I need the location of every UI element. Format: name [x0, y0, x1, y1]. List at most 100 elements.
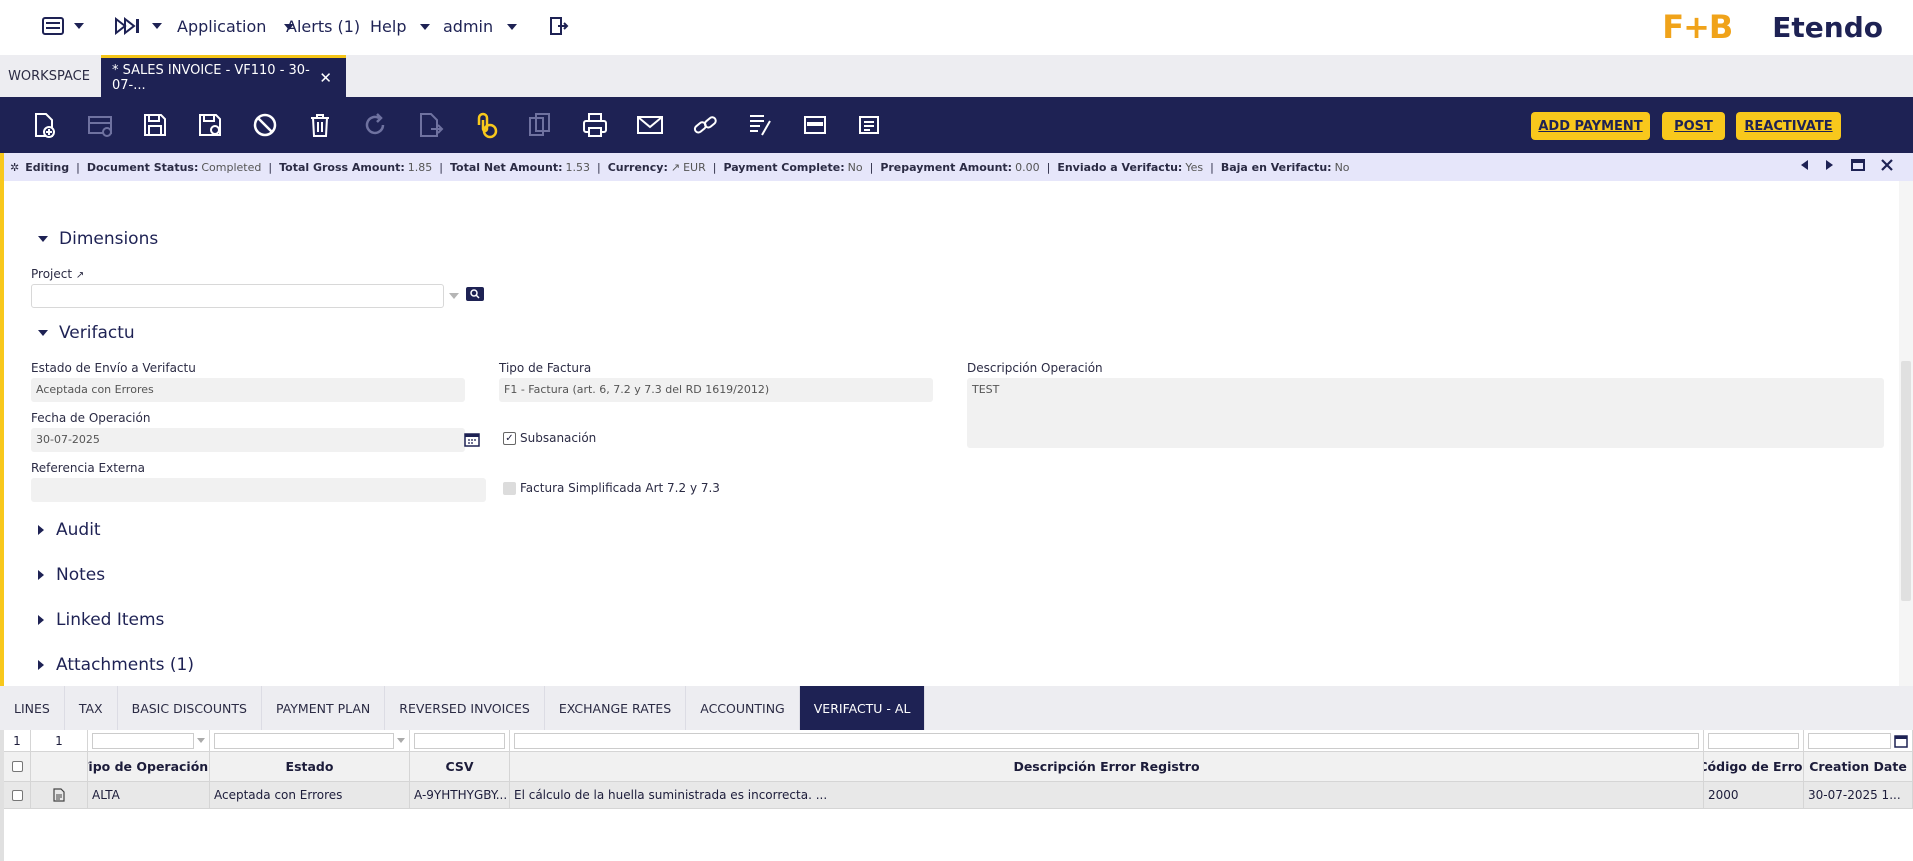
- gross-label: Total Gross Amount:: [279, 160, 405, 174]
- section-notes[interactable]: Notes: [38, 565, 105, 585]
- filter-codigo[interactable]: [1704, 730, 1804, 752]
- simplificada-label: Factura Simplificada Art 7.2 y 7.3: [520, 481, 720, 495]
- previous-record-icon[interactable]: [1799, 159, 1809, 171]
- tab-verifactu-al[interactable]: VERIFACTU - AL: [799, 686, 926, 730]
- project-input[interactable]: [31, 284, 444, 308]
- section-audit[interactable]: Audit: [38, 520, 101, 540]
- doc-status-value: Completed: [201, 160, 262, 174]
- export-icon[interactable]: [416, 111, 444, 139]
- fecha-label: Fecha de Operación: [31, 411, 151, 425]
- cell-creation-date: 30-07-2025 1...: [1804, 782, 1913, 809]
- tab-lines[interactable]: LINES: [0, 686, 65, 730]
- estado-field[interactable]: Aceptada con Errores: [31, 378, 465, 402]
- checkmark-icon: ✓: [503, 431, 516, 445]
- tab-reversed-invoices[interactable]: REVERSED INVOICES: [385, 686, 545, 730]
- process-icon[interactable]: [856, 111, 884, 139]
- payment-value: No: [847, 160, 863, 174]
- col-estado[interactable]: Estado: [210, 752, 410, 782]
- col-creation-date[interactable]: Creation Date: [1804, 752, 1913, 782]
- print-icon[interactable]: [581, 111, 609, 139]
- new-document-icon[interactable]: [30, 111, 58, 139]
- table-row[interactable]: ALTA Aceptada con Errores A-9YHTHYGBY...…: [4, 782, 1913, 809]
- alerts-link[interactable]: Alerts (1): [286, 17, 360, 36]
- form-scrollbar[interactable]: [1899, 181, 1913, 686]
- search-icon[interactable]: [466, 287, 484, 301]
- close-icon[interactable]: ✕: [319, 69, 332, 87]
- tab-exchange-rates[interactable]: EXCHANGE RATES: [545, 686, 687, 730]
- delete-icon[interactable]: [306, 111, 334, 139]
- filter-csv[interactable]: [410, 730, 510, 752]
- save-close-icon[interactable]: [196, 111, 224, 139]
- grid-toggle-icon[interactable]: [801, 111, 829, 139]
- tab-accounting[interactable]: ACCOUNTING: [686, 686, 800, 730]
- refresh-icon[interactable]: [361, 111, 389, 139]
- filter-creation-date[interactable]: [1804, 730, 1913, 752]
- application-menu[interactable]: Application: [177, 17, 295, 36]
- currency-link-icon: ↗: [670, 160, 681, 174]
- filter-descripcion[interactable]: [510, 730, 1704, 752]
- form-area: Dimensions Project ↗ Verifactu Estado de…: [0, 181, 1896, 686]
- section-verifactu[interactable]: Verifactu: [38, 323, 135, 343]
- col-descripcion[interactable]: Descripción Error Registro: [510, 752, 1704, 782]
- tab-basic-discounts[interactable]: BASIC DISCOUNTS: [118, 686, 262, 730]
- referencia-field[interactable]: [31, 478, 486, 502]
- tipo-field[interactable]: F1 - Factura (art. 6, 7.2 y 7.3 del RD 1…: [499, 378, 933, 402]
- descripcion-label: Descripción Operación: [967, 361, 1103, 375]
- section-dimensions[interactable]: Dimensions: [38, 229, 158, 249]
- logout-button[interactable]: [549, 16, 569, 36]
- section-linked-items[interactable]: Linked Items: [38, 610, 164, 630]
- filter-tipo[interactable]: [88, 730, 210, 752]
- row-checkbox[interactable]: [4, 782, 31, 809]
- tab-tax[interactable]: TAX: [65, 686, 118, 730]
- reactivate-button[interactable]: REACTIVATE: [1736, 112, 1841, 140]
- project-dropdown-icon[interactable]: [449, 293, 459, 299]
- filter-estado[interactable]: [210, 730, 410, 752]
- net-label: Total Net Amount:: [449, 160, 563, 174]
- cell-tipo: ALTA: [88, 782, 210, 809]
- window-tabs: WORKSPACE * SALES INVOICE - VF110 - 30-0…: [0, 55, 1913, 97]
- tab-payment-plan[interactable]: PAYMENT PLAN: [262, 686, 386, 730]
- link-icon[interactable]: [691, 111, 719, 139]
- record-count: 1: [31, 730, 88, 752]
- maximize-icon[interactable]: [1851, 159, 1865, 171]
- col-tipo[interactable]: Tipo de Operación▲: [88, 752, 210, 782]
- cancel-icon[interactable]: [251, 111, 279, 139]
- filter-row: 1 1: [4, 730, 1913, 752]
- next-record-icon[interactable]: [1825, 159, 1835, 171]
- cell-csv: A-9YHTHYGBY...: [410, 782, 510, 809]
- gross-value: 1.85: [407, 160, 433, 174]
- help-menu[interactable]: Help: [370, 17, 431, 36]
- close-form-icon[interactable]: [1881, 159, 1893, 171]
- menu-button[interactable]: [42, 17, 84, 35]
- status-bar: ✲ Editing | Document Status: Completed | …: [0, 153, 1913, 181]
- email-icon[interactable]: [636, 111, 664, 139]
- new-row-icon[interactable]: [86, 111, 114, 139]
- list-icon: [42, 17, 64, 35]
- simplificada-checkbox[interactable]: Factura Simplificada Art 7.2 y 7.3: [503, 481, 720, 495]
- attachment-icon[interactable]: [471, 111, 499, 139]
- currency-label: Currency:: [607, 160, 668, 174]
- quick-launch-button[interactable]: [114, 17, 162, 35]
- col-csv[interactable]: CSV: [410, 752, 510, 782]
- calendar-icon[interactable]: [464, 431, 480, 447]
- descripcion-field[interactable]: TEST: [967, 378, 1884, 448]
- open-record-button[interactable]: [31, 782, 88, 809]
- referencia-label: Referencia Externa: [31, 461, 145, 475]
- currency-value[interactable]: EUR: [683, 161, 706, 174]
- tab-workspace[interactable]: WORKSPACE: [0, 55, 98, 97]
- fecha-field[interactable]: 30-07-2025: [31, 428, 465, 452]
- select-all-checkbox[interactable]: [4, 752, 31, 782]
- user-menu[interactable]: admin: [443, 17, 518, 36]
- col-codigo[interactable]: Código de Error: [1704, 752, 1804, 782]
- post-button[interactable]: POST: [1662, 112, 1725, 140]
- tab-sales-invoice-label: * SALES INVOICE - VF110 - 30-07-...: [112, 62, 310, 93]
- save-icon[interactable]: [141, 111, 169, 139]
- tab-sales-invoice[interactable]: * SALES INVOICE - VF110 - 30-07-... ✕: [101, 55, 346, 97]
- copy-icon[interactable]: [526, 111, 554, 139]
- add-payment-button[interactable]: ADD PAYMENT: [1531, 112, 1650, 140]
- subsanacion-checkbox[interactable]: ✓ Subsanación: [503, 431, 596, 445]
- page-number: 1: [4, 730, 31, 752]
- audit-icon[interactable]: [746, 111, 774, 139]
- section-attachments[interactable]: Attachments (1): [38, 655, 194, 675]
- link-icon: ↗: [75, 270, 85, 281]
